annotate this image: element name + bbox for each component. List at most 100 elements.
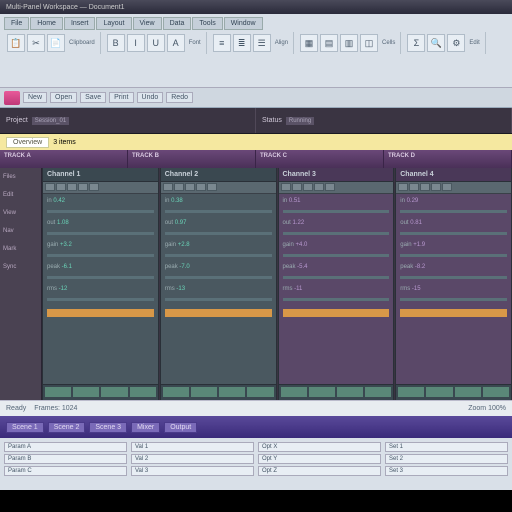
- footer-cell[interactable]: [163, 387, 189, 397]
- footer-cell[interactable]: [398, 387, 424, 397]
- ribbon-button[interactable]: ≣: [233, 34, 251, 52]
- sidebar-item-mark[interactable]: Mark: [2, 244, 39, 254]
- track-header[interactable]: TRACK C: [256, 150, 384, 168]
- footer-cell[interactable]: [191, 387, 217, 397]
- toolbar-undo-button[interactable]: Undo: [137, 92, 164, 103]
- scene-tab[interactable]: Mixer: [131, 422, 160, 433]
- ribbon-tab-insert[interactable]: Insert: [64, 17, 96, 30]
- footer-cell[interactable]: [219, 387, 245, 397]
- ribbon-button[interactable]: ◫: [360, 34, 378, 52]
- panel-tool-button[interactable]: [196, 183, 206, 191]
- footer-cell[interactable]: [247, 387, 273, 397]
- panel-tool-button[interactable]: [442, 183, 452, 191]
- ribbon-button[interactable]: I: [127, 34, 145, 52]
- toolbar-open-button[interactable]: Open: [50, 92, 77, 103]
- yellow-tab[interactable]: Overview: [6, 137, 49, 148]
- panel-tool-button[interactable]: [207, 183, 217, 191]
- ribbon-button[interactable]: ▦: [300, 34, 318, 52]
- row-value: -7.0: [178, 264, 190, 270]
- ribbon-button[interactable]: A: [167, 34, 185, 52]
- sidebar-item-edit[interactable]: Edit: [2, 190, 39, 200]
- sidebar-item-sync[interactable]: Sync: [2, 262, 39, 272]
- panel-tool-button[interactable]: [185, 183, 195, 191]
- toolbar-new-button[interactable]: New: [23, 92, 47, 103]
- scene-tab[interactable]: Output: [164, 422, 197, 433]
- footer-button[interactable]: Param A: [4, 442, 127, 452]
- sidebar-item-nav[interactable]: Nav: [2, 226, 39, 236]
- footer-cell[interactable]: [281, 387, 307, 397]
- ribbon-tab-home[interactable]: Home: [30, 17, 63, 30]
- sidebar-item-view[interactable]: View: [2, 208, 39, 218]
- toolbar-print-button[interactable]: Print: [109, 92, 133, 103]
- footer-cell[interactable]: [426, 387, 452, 397]
- scene-tab[interactable]: Scene 1: [6, 422, 44, 433]
- panel-tool-button[interactable]: [420, 183, 430, 191]
- panel-tool-button[interactable]: [281, 183, 291, 191]
- panel-tool-button[interactable]: [89, 183, 99, 191]
- panel-tool-button[interactable]: [303, 183, 313, 191]
- ribbon-button[interactable]: ✂: [27, 34, 45, 52]
- footer-button[interactable]: Set 3: [385, 466, 508, 476]
- ribbon-tab-window[interactable]: Window: [224, 17, 263, 30]
- footer-button[interactable]: Val 1: [131, 442, 254, 452]
- scene-tab[interactable]: Scene 3: [89, 422, 127, 433]
- header-field-project[interactable]: Session_01: [32, 117, 69, 125]
- footer-cell[interactable]: [45, 387, 71, 397]
- ribbon-tab-file[interactable]: File: [4, 17, 29, 30]
- footer-cell[interactable]: [455, 387, 481, 397]
- footer-cell[interactable]: [483, 387, 509, 397]
- ribbon-button[interactable]: ▤: [320, 34, 338, 52]
- track-header[interactable]: TRACK A: [0, 150, 128, 168]
- footer-cell[interactable]: [309, 387, 335, 397]
- ribbon-tab-layout[interactable]: Layout: [96, 17, 131, 30]
- footer-cell[interactable]: [101, 387, 127, 397]
- panel-tool-button[interactable]: [409, 183, 419, 191]
- footer-button[interactable]: Param B: [4, 454, 127, 464]
- ribbon-button[interactable]: B: [107, 34, 125, 52]
- footer-button[interactable]: Set 1: [385, 442, 508, 452]
- panel-tool-button[interactable]: [78, 183, 88, 191]
- ribbon-tab-tools[interactable]: Tools: [192, 17, 222, 30]
- ribbon-button[interactable]: ▥: [340, 34, 358, 52]
- panel-tool-button[interactable]: [314, 183, 324, 191]
- sidebar-item-files[interactable]: Files: [2, 172, 39, 182]
- panel-title: Channel 2: [165, 171, 198, 178]
- footer-button[interactable]: Opt X: [258, 442, 381, 452]
- panel-tool-button[interactable]: [292, 183, 302, 191]
- panel-tool-button[interactable]: [431, 183, 441, 191]
- footer-button[interactable]: Val 2: [131, 454, 254, 464]
- ribbon-button[interactable]: ≡: [213, 34, 231, 52]
- footer-cell[interactable]: [365, 387, 391, 397]
- title-bar: Multi-Panel Workspace — Document1: [0, 0, 512, 14]
- footer-button[interactable]: Param C: [4, 466, 127, 476]
- ribbon-button[interactable]: 🔍: [427, 34, 445, 52]
- toolbar-redo-button[interactable]: Redo: [166, 92, 193, 103]
- panel-tool-button[interactable]: [67, 183, 77, 191]
- toolbar-save-button[interactable]: Save: [80, 92, 106, 103]
- ribbon-button[interactable]: 📄: [47, 34, 65, 52]
- ribbon-button[interactable]: ⚙: [447, 34, 465, 52]
- panel-tool-button[interactable]: [174, 183, 184, 191]
- track-header[interactable]: TRACK D: [384, 150, 512, 168]
- footer-button[interactable]: Set 2: [385, 454, 508, 464]
- ribbon-button[interactable]: U: [147, 34, 165, 52]
- footer-button[interactable]: Opt Y: [258, 454, 381, 464]
- ribbon-tab-data[interactable]: Data: [163, 17, 192, 30]
- ribbon-tab-view[interactable]: View: [133, 17, 162, 30]
- ribbon-button[interactable]: Σ: [407, 34, 425, 52]
- footer-button[interactable]: Val 3: [131, 466, 254, 476]
- panel-tool-button[interactable]: [398, 183, 408, 191]
- panel-tool-button[interactable]: [45, 183, 55, 191]
- footer-cell[interactable]: [337, 387, 363, 397]
- panel-tool-button[interactable]: [56, 183, 66, 191]
- panel-tool-button[interactable]: [325, 183, 335, 191]
- footer-column: Val 1 Val 2 Val 3: [131, 442, 254, 486]
- ribbon-button[interactable]: 📋: [7, 34, 25, 52]
- footer-cell[interactable]: [73, 387, 99, 397]
- scene-tab[interactable]: Scene 2: [48, 422, 86, 433]
- footer-button[interactable]: Opt Z: [258, 466, 381, 476]
- track-header[interactable]: TRACK B: [128, 150, 256, 168]
- ribbon-button[interactable]: ☰: [253, 34, 271, 52]
- panel-tool-button[interactable]: [163, 183, 173, 191]
- footer-cell[interactable]: [130, 387, 156, 397]
